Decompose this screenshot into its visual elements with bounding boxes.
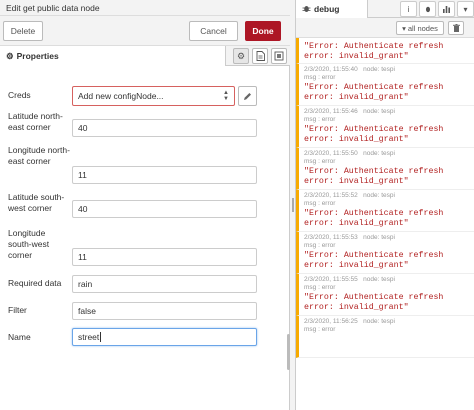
lat-sw-input[interactable]: 40	[72, 200, 257, 218]
name-input-value: street	[78, 332, 100, 342]
message-topic: msg : error	[304, 200, 336, 207]
filter-input[interactable]: false	[72, 302, 257, 320]
message-node: node: tespi	[363, 150, 395, 157]
debug-message[interactable]: "Error: Authenticate refresh error: inva…	[296, 38, 474, 64]
done-button[interactable]: Done	[245, 21, 281, 41]
lon-sw-input[interactable]: 11	[72, 248, 257, 266]
message-node: node: tespi	[363, 276, 395, 283]
message-body: "Error: Authenticate refresh error: inva…	[304, 251, 444, 270]
bug-icon	[302, 4, 311, 15]
message-meta: 2/3/2020, 11:55:46 node: tespi	[304, 108, 395, 115]
description-file-icon[interactable]	[252, 48, 268, 64]
dropdown-caret-icon[interactable]: ▾	[457, 1, 474, 17]
message-meta: 2/3/2020, 11:56:25 node: tespi	[304, 318, 395, 325]
message-meta: 2/3/2020, 11:55:52 node: tespi	[304, 192, 395, 199]
debug-message[interactable]: 2/3/2020, 11:55:52 node: tespi msg : err…	[296, 190, 474, 232]
text-cursor	[100, 332, 102, 342]
sidebar-tabbar: debug i ▾	[296, 0, 474, 18]
message-topic: msg : error	[304, 242, 336, 249]
message-time: 2/3/2020, 11:55:46	[304, 108, 358, 115]
tab-debug[interactable]: debug	[296, 0, 368, 18]
dashboard-chart-icon[interactable]	[438, 1, 455, 17]
filter-nodes-button[interactable]: ▾ all nodes	[396, 21, 444, 35]
name-input[interactable]: street	[72, 328, 257, 346]
debug-toolbar: ▾ all nodes	[296, 18, 474, 38]
debug-message[interactable]: 2/3/2020, 11:55:50 node: tespi msg : err…	[296, 148, 474, 190]
delete-button[interactable]: Delete	[3, 21, 43, 41]
message-meta: 2/3/2020, 11:55:40 node: tespi	[304, 66, 395, 73]
lon-ne-label: Longitude north-east corner	[8, 145, 70, 166]
message-meta: 2/3/2020, 11:55:55 node: tespi	[304, 276, 395, 283]
message-node: node: tespi	[363, 66, 395, 73]
creds-label: Creds	[8, 90, 31, 100]
required-data-label: Required data	[8, 278, 62, 288]
name-label: Name	[8, 332, 31, 342]
message-time: 2/3/2020, 11:55:55	[304, 276, 358, 283]
debug-message-list[interactable]: "Error: Authenticate refresh error: inva…	[296, 38, 474, 410]
message-body: "Error: Authenticate refresh error: inva…	[304, 209, 444, 228]
select-arrows-icon: ▲ ▼	[223, 90, 229, 102]
debug-message[interactable]: 2/3/2020, 11:55:46 node: tespi msg : err…	[296, 106, 474, 148]
splitter-grip-icon[interactable]	[292, 198, 294, 212]
message-meta: 2/3/2020, 11:55:53 node: tespi	[304, 234, 395, 241]
debug-message[interactable]: 2/3/2020, 11:55:40 node: tespi msg : err…	[296, 64, 474, 106]
message-node: node: tespi	[363, 234, 395, 241]
message-body: "Error: Authenticate refresh error: inva…	[304, 42, 444, 61]
message-time: 2/3/2020, 11:55:50	[304, 150, 358, 157]
message-meta: 2/3/2020, 11:55:50 node: tespi	[304, 150, 395, 157]
info-icon[interactable]: i	[400, 1, 417, 17]
debug-message[interactable]: 2/3/2020, 11:55:53 node: tespi msg : err…	[296, 232, 474, 274]
lat-ne-label: Latitude north-east corner	[8, 111, 63, 132]
lon-sw-label: Longitude south-west corner	[8, 228, 50, 260]
appearance-frame-icon[interactable]	[271, 48, 287, 64]
message-body: "Error: Authenticate refresh error: inva…	[304, 83, 444, 102]
message-time: 2/3/2020, 11:55:53	[304, 234, 358, 241]
tray-tabbar: ⚙ Properties ⚙	[0, 46, 290, 66]
message-topic: msg : error	[304, 284, 336, 291]
required-data-input[interactable]: rain	[72, 275, 257, 293]
bug-tab-icon[interactable]	[419, 1, 436, 17]
message-node: node: tespi	[363, 192, 395, 199]
filter-icon: ▾	[402, 23, 406, 33]
message-body: "Error: Authenticate refresh error: inva…	[304, 293, 444, 312]
message-time: 2/3/2020, 11:56:25	[304, 318, 358, 325]
debug-message[interactable]: 2/3/2020, 11:55:55 node: tespi msg : err…	[296, 274, 474, 316]
message-body: "Error: Authenticate refresh error: inva…	[304, 125, 444, 144]
debug-sidebar: debug i ▾ ▾ all nodes "Error: Authentica…	[296, 0, 474, 410]
tab-properties[interactable]: ⚙ Properties	[0, 46, 226, 66]
clear-trash-icon[interactable]	[448, 21, 464, 35]
tab-properties-label: Properties	[16, 51, 59, 61]
message-topic: msg : error	[304, 326, 336, 333]
edit-tray: Edit get public data node Delete Cancel …	[0, 0, 290, 410]
lon-ne-input[interactable]: 11	[72, 166, 257, 184]
message-node: node: tespi	[363, 108, 395, 115]
gear-icon: ⚙	[6, 50, 14, 61]
message-body: "Error: Authenticate refresh error: inva…	[304, 167, 444, 186]
lat-sw-label: Latitude south-west corner	[8, 192, 65, 213]
cancel-button[interactable]: Cancel	[189, 21, 238, 41]
message-topic: msg : error	[304, 116, 336, 123]
filter-label: Filter	[8, 305, 27, 315]
lat-ne-input[interactable]: 40	[72, 119, 257, 137]
creds-select-value: Add new configNode...	[78, 91, 164, 101]
properties-form: Creds Add new configNode... ▲ ▼ Latitude …	[0, 66, 290, 410]
tray-toolbar: Delete Cancel Done	[0, 16, 290, 46]
settings-gear-icon[interactable]: ⚙	[233, 48, 249, 64]
tray-title: Edit get public data node	[0, 0, 290, 16]
message-time: 2/3/2020, 11:55:40	[304, 66, 358, 73]
message-time: 2/3/2020, 11:55:52	[304, 192, 358, 199]
debug-message[interactable]: 2/3/2020, 11:56:25 node: tespi msg : err…	[296, 316, 474, 358]
filter-nodes-label: all nodes	[407, 23, 438, 33]
message-topic: msg : error	[304, 74, 336, 81]
node-red-editor: Edit get public data node Delete Cancel …	[0, 0, 474, 410]
creds-select[interactable]: Add new configNode... ▲ ▼	[72, 86, 235, 106]
message-node: node: tespi	[363, 318, 395, 325]
edit-pencil-icon[interactable]	[238, 86, 257, 106]
message-topic: msg : error	[304, 158, 336, 165]
tab-debug-label: debug	[314, 4, 340, 14]
